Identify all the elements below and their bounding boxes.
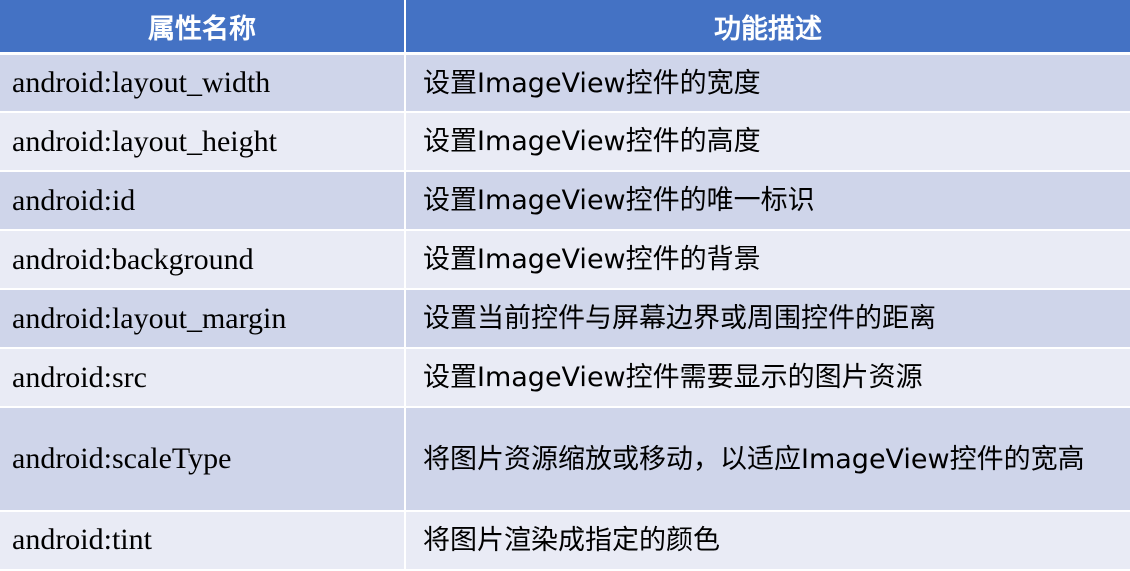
table-row: android:id 设置ImageView控件的唯一标识 (0, 171, 1130, 232)
table-row: android:scaleType 将图片资源缩放或移动，以适应ImageVie… (0, 407, 1130, 512)
imageview-attribute-table: 属性名称 功能描述 android:layout_width 设置ImageVi… (0, 0, 1130, 571)
attribute-name-cell: android:layout_width (0, 53, 406, 114)
table-row: android:src 设置ImageView控件需要显示的图片资源 (0, 348, 1130, 409)
table-row: android:layout_width 设置ImageView控件的宽度 (0, 53, 1130, 114)
attribute-name-cell: android:layout_margin (0, 289, 406, 350)
description-cell: 设置ImageView控件的背景 (405, 230, 1130, 291)
description-cell: 设置当前控件与屏幕边界或周围控件的距离 (405, 289, 1130, 350)
table-row: android:layout_height 设置ImageView控件的高度 (0, 112, 1130, 173)
description-cell: 设置ImageView控件需要显示的图片资源 (405, 348, 1130, 409)
table-row: android:background 设置ImageView控件的背景 (0, 230, 1130, 291)
table-header-row: 属性名称 功能描述 (0, 0, 1130, 55)
table-row: android:tint 将图片渲染成指定的颜色 (0, 510, 1130, 571)
table-row: android:layout_margin 设置当前控件与屏幕边界或周围控件的距… (0, 289, 1130, 350)
attribute-name-cell: android:scaleType (0, 407, 406, 512)
header-description: 功能描述 (405, 0, 1130, 55)
description-cell: 设置ImageView控件的唯一标识 (405, 171, 1130, 232)
header-attribute-name: 属性名称 (0, 0, 406, 55)
description-cell: 设置ImageView控件的宽度 (405, 53, 1130, 114)
description-cell: 将图片渲染成指定的颜色 (405, 510, 1130, 571)
attribute-name-cell: android:tint (0, 510, 406, 571)
description-cell: 将图片资源缩放或移动，以适应ImageView控件的宽高 (405, 407, 1130, 512)
attribute-name-cell: android:layout_height (0, 112, 406, 173)
attribute-name-cell: android:id (0, 171, 406, 232)
description-cell: 设置ImageView控件的高度 (405, 112, 1130, 173)
attribute-name-cell: android:background (0, 230, 406, 291)
attribute-name-cell: android:src (0, 348, 406, 409)
